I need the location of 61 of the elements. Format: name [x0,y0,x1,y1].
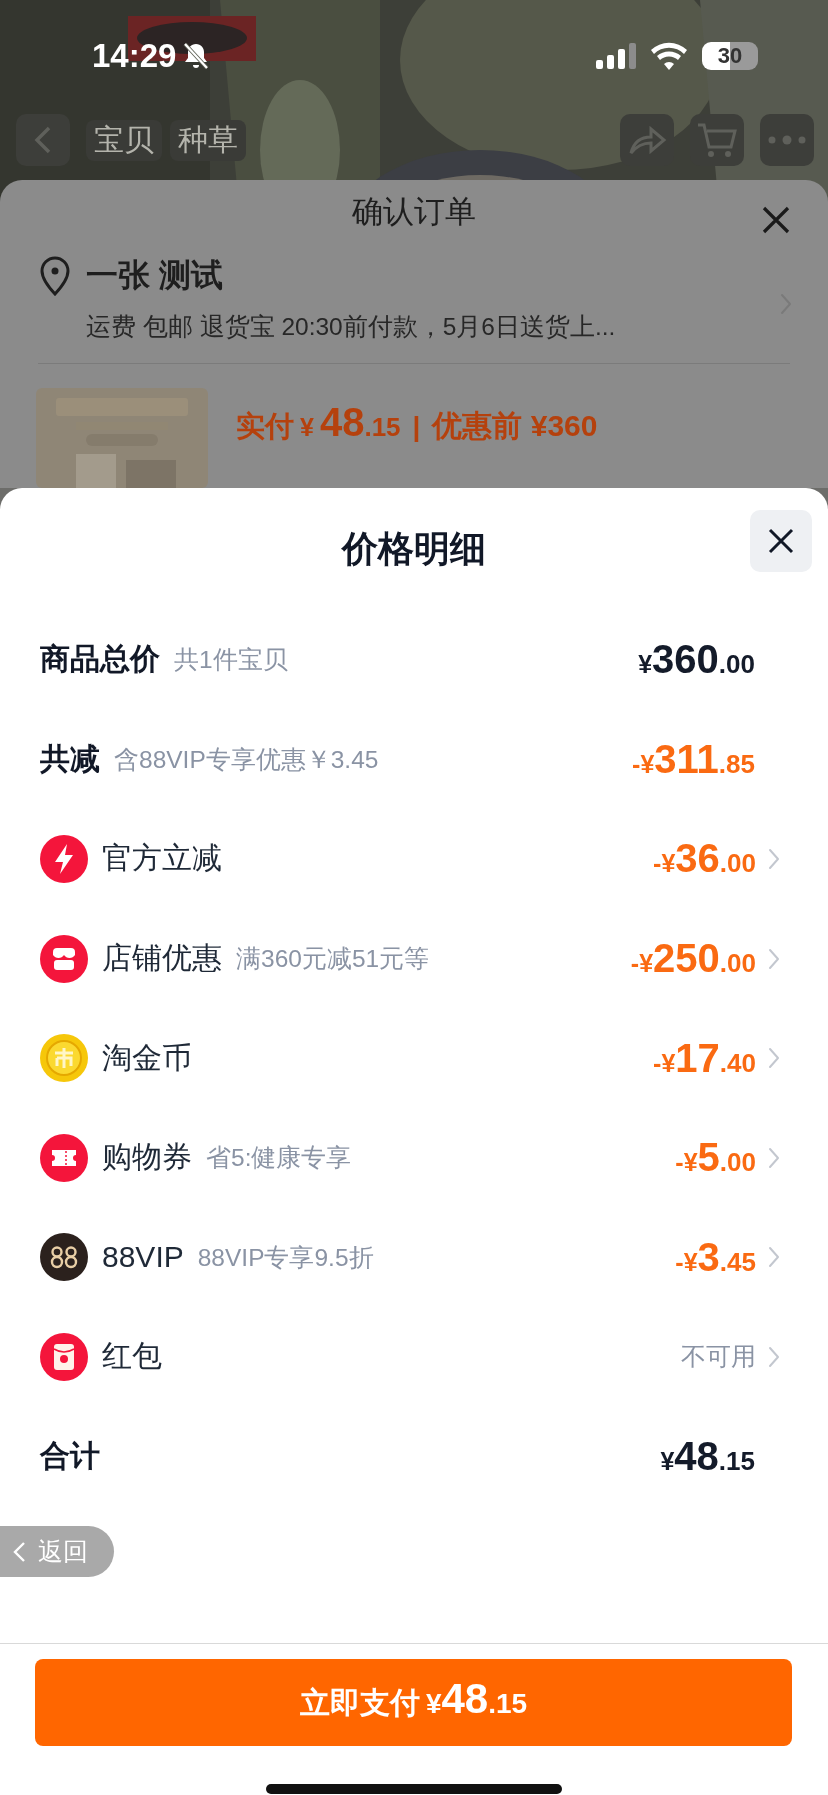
row-label: 红包 [102,1338,162,1375]
row-note: 满360元减51元等 [236,944,430,975]
chevron-right-icon [768,947,780,970]
row-note: 含88VIP专享优惠￥3.45 [114,744,379,775]
status-time: 14:29 [92,37,177,75]
price-amount: ¥48.15 [299,400,401,445]
row-label: 淘金币 [102,1039,192,1076]
nav-tab[interactable]: 宝贝 [86,119,162,161]
price-amount: -¥311.85 [632,736,755,782]
row-label: 购物券 [102,1139,192,1176]
nav-tab[interactable]: 种草 [170,119,246,161]
row-note: 88VIP专享9.5折 [197,1242,374,1273]
row-label: 官方立减 [102,840,222,877]
price-amount: ¥360.00 [638,637,755,683]
chevron-right-icon [768,1047,780,1070]
battery-level: 30 [702,42,758,70]
signal-icon [596,43,636,69]
cart-icon [696,121,738,159]
close-icon [766,526,796,556]
row-note: 共1件宝贝 [174,645,288,676]
chevron-right-icon [768,1146,780,1169]
price-amount: ¥48.15 [660,1434,755,1480]
chevron-right-icon [768,1345,780,1368]
recipient-name: 一张 测试 [86,256,224,296]
back-icon [33,125,53,155]
location-pin-icon [38,256,72,297]
wifi-icon [650,42,688,70]
lightning-icon [40,835,88,883]
price-amount: -¥250.00 [630,936,756,982]
row-label: 店铺优惠 [102,940,222,977]
sheet-title: 确认订单 [352,193,476,232]
paid-label: 实付 [236,409,294,444]
status-text: 不可用 [681,1341,756,1373]
chevron-right-icon [768,1246,780,1269]
original-price: 优惠前 ¥360 [432,408,598,444]
more-icon [767,135,807,145]
separator: | [412,411,421,443]
vip-badge-icon [40,1233,88,1282]
row-label: 88VIP [102,1240,184,1275]
row-label: 商品总价 [40,641,160,678]
price-amount: -¥3.45 [675,1234,756,1280]
price-amount: -¥36.00 [653,836,756,882]
back-button[interactable] [16,114,70,166]
chevron-right-icon [768,848,780,870]
price-amount: -¥17.40 [653,1035,756,1081]
envelope-icon [40,1332,88,1381]
row-label: 共减 [40,740,100,777]
cart-button[interactable] [690,114,744,166]
pay-button[interactable]: 立即支付 ¥48.15 [35,1659,792,1746]
sheet-title: 价格明细 [342,526,486,571]
row-label: 合计 [40,1438,100,1475]
chevron-left-icon [12,1540,26,1563]
muted-bell-icon [182,41,211,71]
price-amount: -¥5.00 [675,1135,756,1181]
more-button[interactable] [760,114,814,166]
store-icon [40,934,88,983]
coin-icon [40,1034,88,1083]
close-button[interactable] [750,510,812,572]
row-note: 省5:健康专享 [206,1143,352,1174]
ticket-icon [40,1133,88,1182]
delivery-details: 运费 包邮 退货宝 20:30前付款，5月6日送货上... [86,312,617,343]
